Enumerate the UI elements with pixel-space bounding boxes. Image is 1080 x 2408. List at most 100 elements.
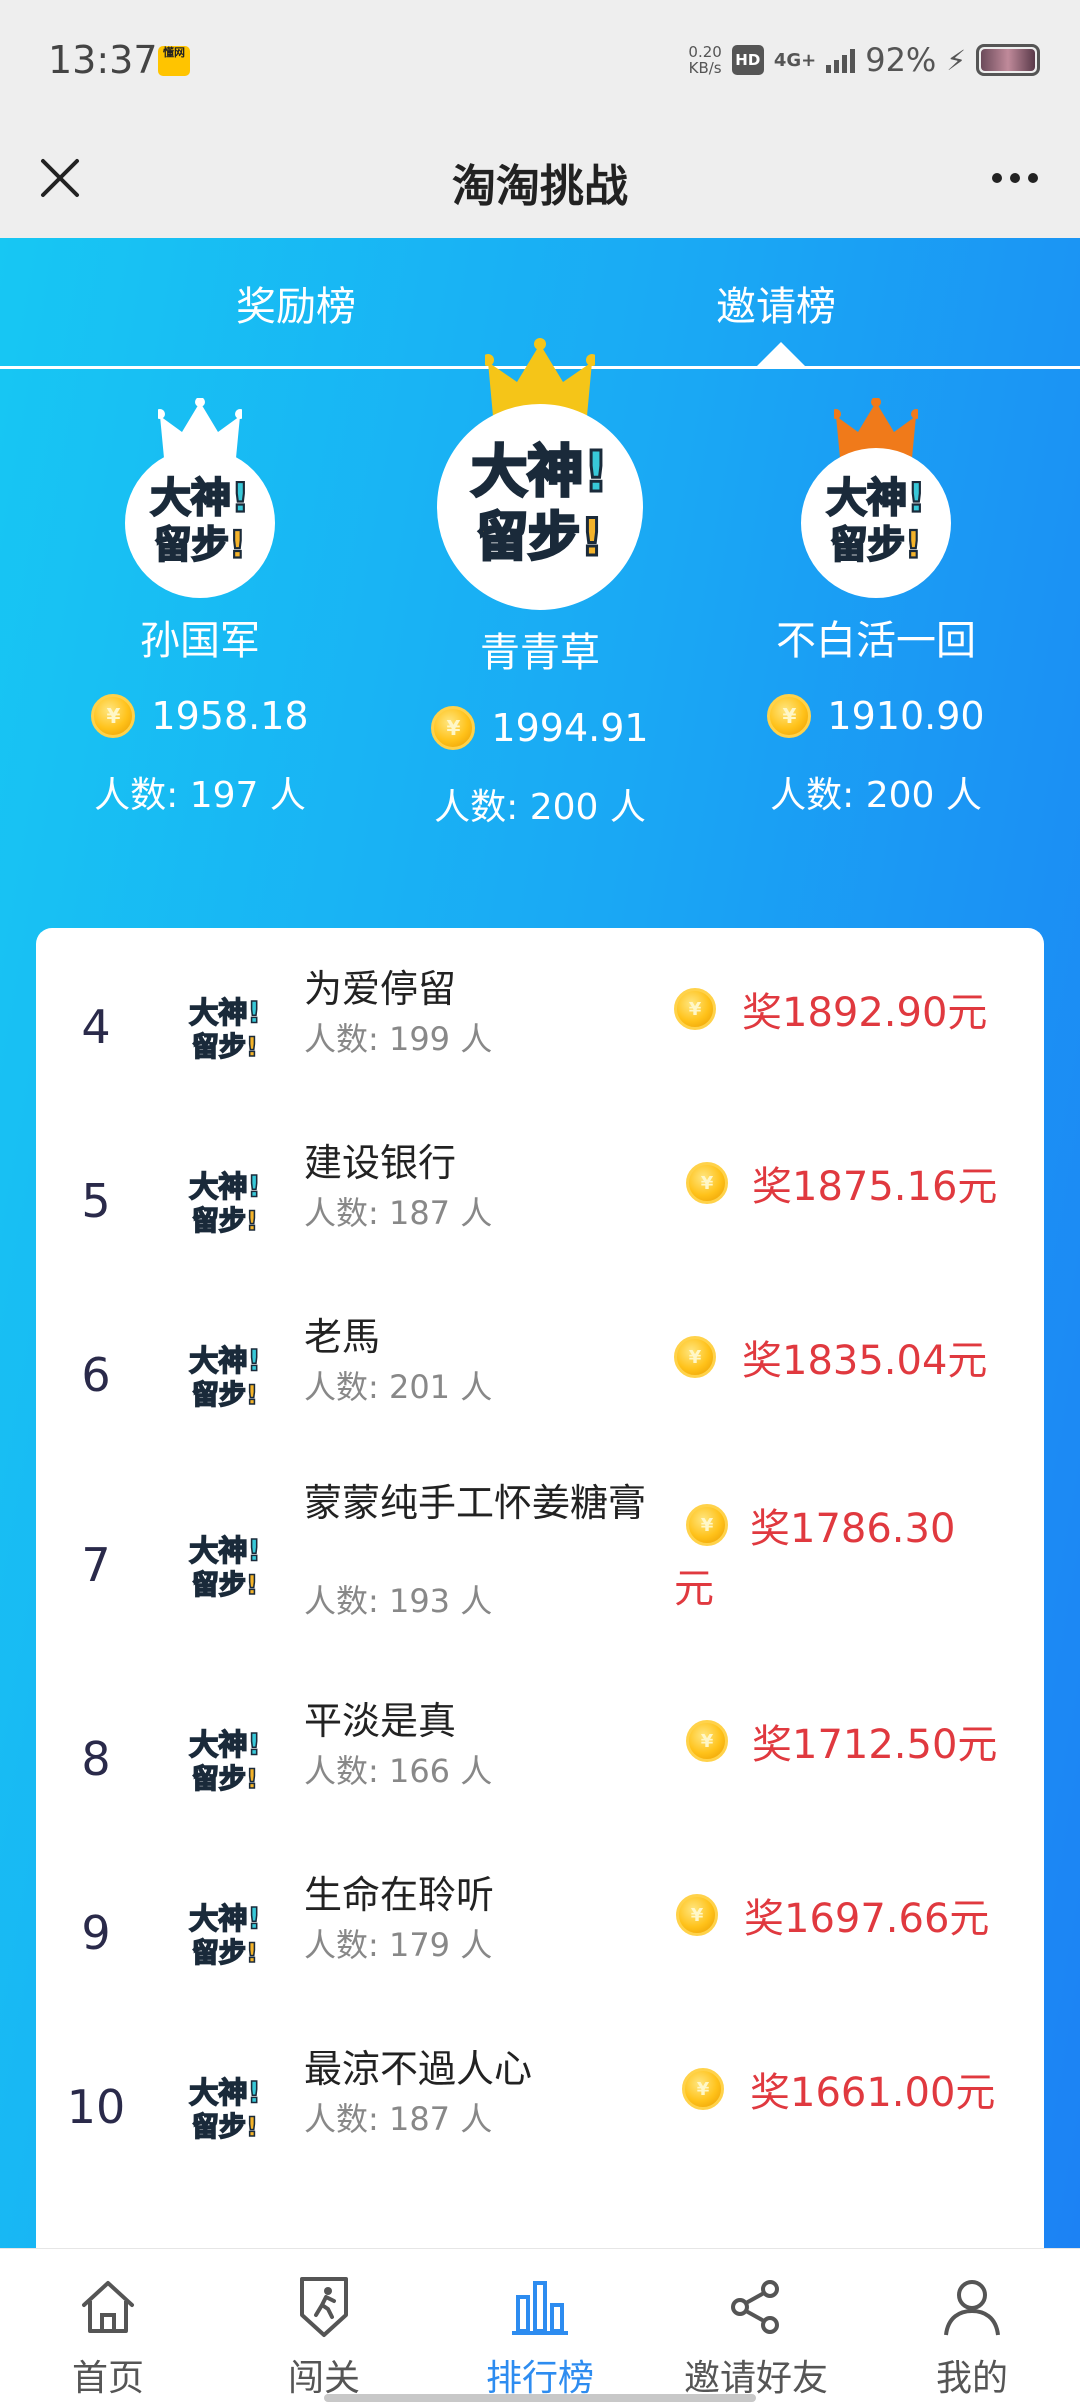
coin-icon: ¥ [686, 1504, 728, 1546]
member-name: 为爱停留 [304, 967, 457, 1011]
rank-number: 5 [81, 1174, 111, 1228]
signal-icon [826, 47, 856, 73]
podium-count: 人数: 200 人 [770, 775, 982, 816]
nav-me[interactable]: 我的 [864, 2249, 1080, 2408]
nav-home[interactable]: 首页 [0, 2249, 216, 2408]
prize-amount-line1: 奖1786.30 [750, 1506, 956, 1552]
nav-challenge[interactable]: 闯关 [216, 2249, 432, 2408]
podium-amount: 1958.18 [151, 694, 309, 738]
rank-number: 9 [81, 1906, 111, 1960]
prize-amount: 奖1875.16元 [752, 1164, 998, 1210]
avatar: 大神! 留步! [170, 1150, 280, 1260]
coin-icon: ¥ [767, 694, 812, 738]
net-speed-unit: KB/s [688, 59, 722, 77]
list-item[interactable]: 6 大神! 留步! 老馬 人数: 201 人 ¥ 奖1835.04元 [36, 1314, 1044, 1464]
member-count: 人数: 187 人 [304, 2100, 493, 2138]
podium-count: 人数: 197 人 [94, 775, 306, 816]
list-item[interactable]: 7 大神! 留步! 蒙蒙纯手工怀姜糖膏 人数: 193 人 ¥ 奖1786.30… [36, 1481, 1044, 1678]
avatar-text-bottom: 留步! [192, 1380, 258, 1411]
status-right: 0.20 KB/s HD 4G+ 92% ⚡ [688, 38, 1040, 82]
avatar: 大神! 留步! [170, 2056, 280, 2166]
member-count: 人数: 199 人 [304, 1020, 493, 1058]
app-badge-label: 懂网 [163, 46, 185, 59]
rank-number: 8 [81, 1732, 111, 1786]
rank-number: 4 [81, 1000, 111, 1054]
avatar-text-bottom: 留步! [192, 2112, 258, 2143]
avatar: 大神! 留步! [125, 448, 275, 598]
tab-reward[interactable]: 奖励榜 [30, 274, 570, 332]
battery-percent: 92% [865, 41, 937, 79]
avatar: 大神! 留步! [170, 1708, 280, 1818]
user-icon [864, 2275, 1080, 2339]
avatar-text-bottom: 留步! [192, 1570, 258, 1601]
list-item[interactable]: 5 大神! 留步! 建设银行 人数: 187 人 ¥ 奖1875.16元 [36, 1140, 1044, 1290]
nav-label: 首页 [71, 2358, 144, 2399]
podium-name: 孙国军 [140, 618, 260, 664]
bar-chart-icon [432, 2275, 648, 2339]
bottom-nav: 首页 闯关 排行榜 邀请好友 我的 [0, 2248, 1080, 2408]
member-name: 蒙蒙纯手工怀姜糖膏 [304, 1481, 647, 1525]
avatar-text-top: 大神! [189, 1170, 261, 1204]
coin-icon: ¥ [674, 1336, 716, 1378]
avatar-text-top: 大神! [150, 474, 249, 521]
coin-icon: ¥ [686, 1720, 728, 1762]
podium-name: 不白活一回 [776, 618, 976, 664]
avatar-text-top: 大神! [189, 2076, 261, 2110]
tab-invite[interactable]: 邀请榜 [540, 274, 1080, 332]
avatar-text-bottom: 留步! [476, 508, 604, 568]
coin-icon: ¥ [91, 694, 136, 738]
avatar: 大神! 留步! [801, 448, 951, 598]
nav-invite-friends[interactable]: 邀请好友 [648, 2249, 864, 2408]
member-count: 人数: 193 人 [304, 1582, 493, 1620]
podium-name: 青青草 [480, 630, 600, 676]
hd-icon: HD [731, 45, 764, 75]
net-speed: 0.20 KB/s [688, 44, 721, 76]
list-item[interactable]: 9 大神! 留步! 生命在聆听 人数: 179 人 ¥ 奖1697.66元 [36, 1872, 1044, 2022]
rank-number: 10 [66, 2080, 126, 2134]
avatar: 大神! 留步! [170, 1514, 280, 1624]
member-count: 人数: 187 人 [304, 1194, 493, 1232]
list-item[interactable]: 8 大神! 留步! 平淡是真 人数: 166 人 ¥ 奖1712.50元 [36, 1698, 1044, 1848]
member-name: 建设银行 [304, 1141, 457, 1185]
member-name: 老馬 [304, 1315, 381, 1359]
avatar-text-top: 大神! [189, 996, 261, 1030]
podium-amount-row: ¥ 1958.18 [30, 694, 370, 738]
active-tab-indicator [757, 342, 805, 366]
podium-amount-row: ¥ 1910.90 [706, 694, 1046, 738]
avatar-text-top: 大神! [189, 1902, 261, 1936]
nav-label: 我的 [935, 2358, 1008, 2399]
list-item[interactable]: 10 大神! 留步! 最涼不過人心 人数: 187 人 ¥ 奖1661.00元 [36, 2046, 1044, 2196]
avatar: 大神! 留步! [170, 976, 280, 1086]
avatar-text-bottom: 留步! [192, 1938, 258, 1969]
podium-amount: 1994.91 [491, 706, 649, 750]
coin-icon: ¥ [676, 1894, 718, 1936]
podium-amount: 1910.90 [827, 694, 985, 738]
avatar-text-bottom: 留步! [154, 523, 246, 567]
member-name: 平淡是真 [304, 1699, 457, 1743]
more-icon[interactable] [980, 148, 1050, 208]
prize-amount: 奖1697.66元 [744, 1896, 990, 1942]
avatar: 大神! 留步! [437, 404, 643, 610]
home-indicator[interactable] [324, 2394, 756, 2402]
avatar: 大神! 留步! [170, 1324, 280, 1434]
coin-icon: ¥ [686, 1162, 728, 1204]
prize-amount-line2: 元 [674, 1566, 714, 1612]
member-name: 生命在聆听 [304, 1873, 495, 1917]
page-title: 淘淘挑战 [452, 161, 628, 212]
avatar-text-top: 大神! [189, 1344, 261, 1378]
nav-leaderboard[interactable]: 排行榜 [432, 2249, 648, 2408]
battery-icon [976, 44, 1040, 76]
podium-second[interactable]: 大神! 留步! 孙国军 ¥ 1958.18 人数: 197 人 [30, 398, 370, 818]
share-icon [648, 2275, 864, 2339]
coin-icon: ¥ [674, 988, 716, 1030]
avatar-text-bottom: 留步! [192, 1206, 258, 1237]
leaderboard-area: 奖励榜 邀请榜 大神! 留步! 孙国军 ¥ 1958.18 人数: 197 人 [0, 238, 1080, 2248]
podium-third[interactable]: 大神! 留步! 不白活一回 ¥ 1910.90 人数: 200 人 [706, 398, 1046, 818]
app-notification-icon: 懂网 [158, 46, 190, 76]
podium-first[interactable]: 大神! 留步! 青青草 ¥ 1994.91 人数: 200 人 [370, 338, 710, 830]
status-bar: 13:37 懂网 0.20 KB/s HD 4G+ 92% ⚡ [0, 0, 1080, 120]
prize-amount: 奖1835.04元 [742, 1338, 988, 1384]
net-speed-value: 0.20 [688, 43, 722, 61]
list-item[interactable]: 4 大神! 留步! 为爱停留 人数: 199 人 ¥ 奖1892.90元 [36, 966, 1044, 1116]
podium-count: 人数: 200 人 [434, 787, 646, 828]
